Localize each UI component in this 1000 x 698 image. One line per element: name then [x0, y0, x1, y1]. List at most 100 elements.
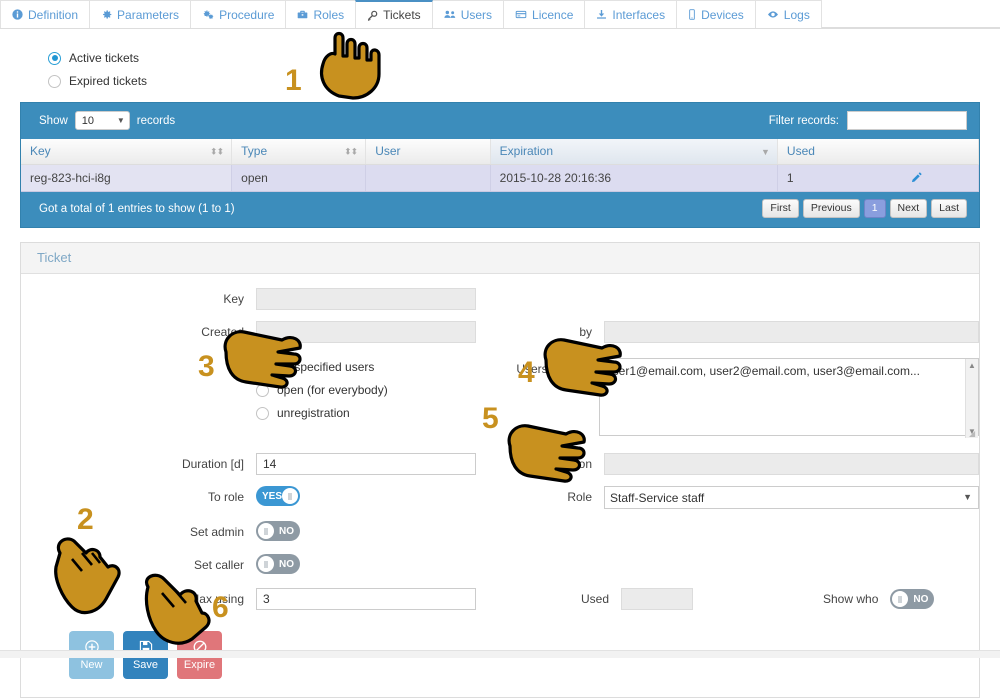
toggle-state-label: NO	[279, 525, 294, 537]
role-select[interactable]: Staff-Service staff	[604, 486, 979, 509]
form-row-to-role: To role YES Role Staff-Service staff ▼	[21, 486, 979, 509]
created-field[interactable]	[256, 321, 476, 343]
textarea-scrollbar[interactable]: ▲ ▼	[965, 359, 978, 438]
pagination: First Previous 1 Next Last	[762, 199, 967, 218]
filter-records-label: Filter records:	[768, 114, 839, 127]
tab-licence[interactable]: Licence	[503, 0, 586, 28]
datatable-toolbar: Show 10 ▼ records Filter records:	[21, 103, 979, 139]
column-label: Key	[30, 144, 51, 158]
by-field[interactable]	[604, 321, 979, 343]
show-who-toggle[interactable]: NO	[890, 589, 935, 609]
form-body: Key Created by for specified users open …	[21, 274, 979, 697]
column-header-key[interactable]: Key ⬍⬍	[21, 139, 233, 165]
show-records-select[interactable]: 10 ▼	[74, 111, 130, 130]
table-header: Key ⬍⬍ Type ⬍⬍ User Expiration ▼ Used	[21, 139, 980, 165]
tab-parameters[interactable]: Parameters	[89, 0, 192, 28]
tab-definition[interactable]: Definition	[0, 0, 91, 28]
filter-records-input[interactable]	[847, 111, 967, 130]
radio-for-specified-users[interactable]: for specified users	[256, 360, 499, 374]
cell-key: reg-823-hci-i8g	[21, 164, 233, 192]
tab-label: Parameters	[117, 7, 180, 22]
resize-grip-icon[interactable]: ◢	[969, 430, 977, 438]
cell-used: 1	[777, 164, 980, 192]
users-mails-textarea[interactable]: user1@email.com, user2@email.com, user3@…	[599, 358, 979, 436]
used-label: Used	[580, 592, 609, 606]
chevron-down-icon: ▼	[116, 116, 125, 125]
key-label: Key	[223, 292, 244, 306]
pager-page-1[interactable]: 1	[863, 199, 886, 218]
pager-last[interactable]: Last	[931, 199, 967, 218]
sort-icon: ⬍⬍	[210, 146, 224, 156]
set-caller-toggle[interactable]: NO	[256, 554, 300, 574]
by-label: by	[579, 325, 592, 339]
radio-expired-tickets[interactable]: Expired tickets	[48, 74, 1000, 88]
tab-label: Procedure	[219, 7, 275, 22]
briefcase-icon	[297, 9, 308, 20]
tab-logs[interactable]: Logs	[754, 0, 822, 28]
radio-open-for-everybody[interactable]: open (for everybody)	[256, 383, 499, 397]
cell-expiration: 2015-10-28 20:16:36	[490, 164, 778, 192]
form-row-duration: Duration [d] Expiration	[21, 453, 979, 475]
radio-indicator	[256, 360, 269, 374]
tab-tickets[interactable]: Tickets	[355, 0, 433, 28]
column-label: Type	[241, 144, 268, 158]
tab-label: Interfaces	[612, 7, 666, 22]
gear-icon	[101, 9, 112, 20]
form-title: Ticket	[21, 243, 979, 274]
used-field[interactable]	[621, 588, 693, 610]
set-admin-toggle[interactable]: NO	[256, 521, 300, 541]
column-header-used[interactable]: Used	[777, 139, 980, 165]
tab-interfaces[interactable]: Interfaces	[584, 0, 678, 28]
toggle-state-label: NO	[279, 558, 294, 570]
tab-label: Licence	[532, 7, 574, 22]
button-label: Expire	[183, 658, 216, 671]
key-field[interactable]	[256, 288, 476, 310]
pager-next[interactable]: Next	[889, 199, 928, 218]
max-using-field[interactable]	[256, 588, 476, 610]
to-role-toggle[interactable]: YES	[256, 486, 300, 506]
tab-roles[interactable]: Roles	[285, 0, 357, 28]
column-label: Expiration	[499, 144, 554, 158]
column-header-type[interactable]: Type ⬍⬍	[231, 139, 367, 165]
column-header-user[interactable]: User	[365, 139, 491, 165]
radio-label: for specified users	[277, 360, 375, 374]
toggle-knob	[282, 488, 298, 504]
table-body: reg-823-hci-i8g open 2015-10-28 20:16:36…	[21, 164, 980, 192]
toggle-knob	[258, 523, 274, 539]
download-icon	[596, 9, 607, 20]
table-row[interactable]: reg-823-hci-i8g open 2015-10-28 20:16:36…	[21, 164, 980, 192]
radio-indicator	[48, 74, 61, 88]
pencil-icon[interactable]	[910, 170, 923, 185]
users-icon	[444, 9, 456, 20]
radio-unregistration[interactable]: unregistration	[256, 406, 499, 420]
radio-indicator	[48, 51, 61, 65]
records-label: records	[136, 114, 176, 127]
pager-first[interactable]: First	[762, 199, 799, 218]
duration-label: Duration [d]	[181, 457, 244, 471]
toggle-state-label: NO	[913, 593, 929, 605]
pager-previous[interactable]: Previous	[802, 199, 860, 218]
card-icon	[515, 9, 527, 20]
cell-user	[365, 164, 491, 192]
datatable-footer: Got a total of 1 entries to show (1 to 1…	[21, 192, 979, 227]
set-caller-label: Set caller	[193, 558, 244, 572]
tab-procedure[interactable]: Procedure	[190, 0, 287, 28]
tab-devices[interactable]: Devices	[676, 0, 756, 28]
filter-records-control: Filter records:	[769, 111, 967, 130]
expiration-field[interactable]	[604, 453, 979, 475]
column-label: Used	[786, 144, 815, 158]
radio-label: open (for everybody)	[277, 383, 388, 397]
radio-label: Active tickets	[69, 51, 140, 65]
sort-desc-icon: ▼	[760, 146, 770, 157]
radio-indicator	[256, 406, 269, 420]
duration-field[interactable]	[256, 453, 476, 475]
column-header-expiration[interactable]: Expiration ▼	[490, 139, 778, 165]
tab-label: Definition	[28, 7, 79, 22]
form-row-set-admin: Set admin NO	[21, 521, 979, 543]
users-mails-label: Users (Mails)	[516, 362, 587, 376]
eye-icon	[767, 9, 779, 20]
tab-users[interactable]: Users	[431, 0, 505, 28]
tab-label: Tickets	[383, 8, 421, 22]
radio-active-tickets[interactable]: Active tickets	[48, 51, 1000, 65]
tickets-table: Key ⬍⬍ Type ⬍⬍ User Expiration ▼ Used re…	[21, 139, 980, 192]
